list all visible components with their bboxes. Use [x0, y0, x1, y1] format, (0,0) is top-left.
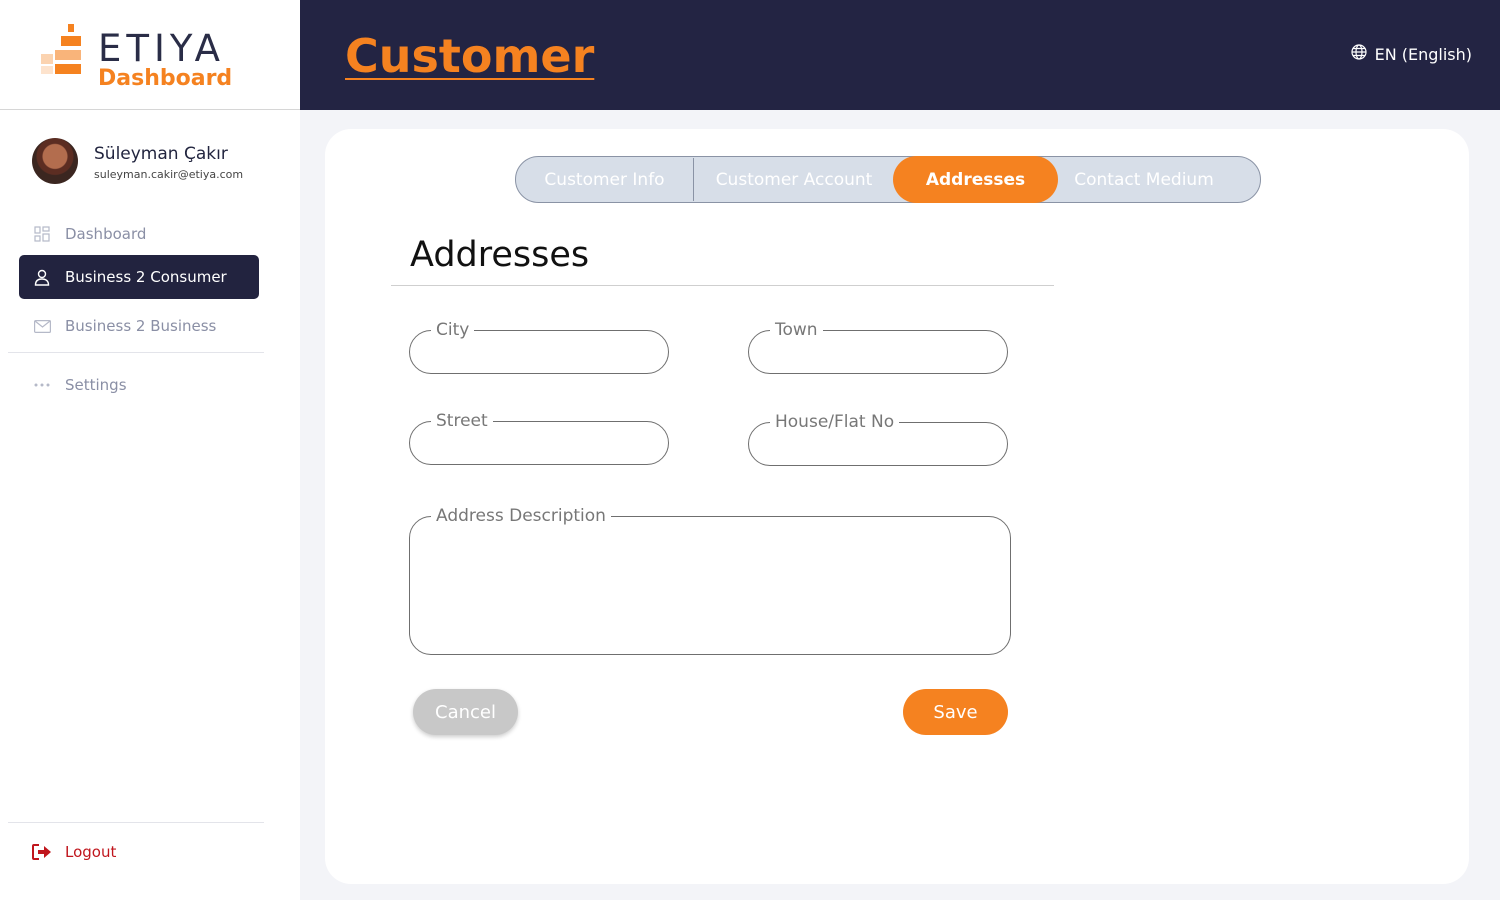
logout-label: Logout: [65, 843, 117, 861]
save-button[interactable]: Save: [903, 689, 1008, 735]
logout-button[interactable]: Logout: [19, 830, 259, 874]
user-name: Süleyman Çakır: [94, 144, 228, 164]
sidebar-item-settings[interactable]: Settings: [19, 363, 259, 407]
city-label: City: [431, 318, 475, 342]
user-profile[interactable]: Süleyman Çakır suleyman.cakir@etiya.com: [32, 138, 282, 188]
sidebar-divider: [8, 352, 264, 353]
cancel-button[interactable]: Cancel: [413, 689, 518, 735]
tab-addresses[interactable]: Addresses: [893, 156, 1058, 203]
content-card: Customer Info Customer Account Addresses…: [325, 129, 1469, 884]
sidebar-item-business-2-consumer[interactable]: Business 2 Consumer: [19, 255, 259, 299]
address-description-field: Address Description: [409, 504, 1011, 655]
top-header: Customer EN (English): [300, 0, 1500, 110]
grid-icon: [19, 226, 65, 242]
language-selector[interactable]: EN (English): [1350, 44, 1472, 64]
street-label: Street: [431, 409, 493, 433]
street-field: Street: [409, 409, 669, 465]
tab-customer-info[interactable]: Customer Info: [516, 157, 693, 202]
form-title-divider: [391, 285, 1054, 286]
city-field: City: [409, 318, 669, 374]
tab-contact-medium[interactable]: Contact Medium: [1058, 157, 1230, 202]
logout-icon: [19, 844, 65, 860]
house-flat-field: House/Flat No: [748, 410, 1008, 466]
dots-icon: [19, 383, 65, 387]
language-label: EN (English): [1374, 44, 1472, 64]
town-field: Town: [748, 318, 1008, 374]
logo[interactable]: ETIYA Dashboard: [0, 0, 300, 110]
globe-icon: [1350, 44, 1367, 64]
address-description-input[interactable]: [410, 517, 1010, 654]
house-flat-label: House/Flat No: [770, 410, 900, 434]
etiya-logo-icon: [41, 24, 83, 78]
sidebar: ETIYA Dashboard Süleyman Çakır suleyman.…: [0, 0, 300, 900]
sidebar-item-business-2-business[interactable]: Business 2 Business: [19, 304, 259, 348]
sidebar-item-label: Business 2 Business: [65, 317, 217, 335]
user-icon: [19, 269, 65, 286]
sidebar-item-label: Dashboard: [65, 225, 147, 243]
sidebar-item-label: Settings: [65, 376, 127, 394]
sidebar-divider: [8, 822, 264, 823]
user-email: suleyman.cakir@etiya.com: [94, 168, 244, 181]
avatar: [32, 138, 78, 184]
sidebar-item-dashboard[interactable]: Dashboard: [19, 212, 259, 256]
address-description-label: Address Description: [431, 504, 611, 528]
page-title: Customer: [345, 29, 595, 83]
form-title: Addresses: [410, 235, 590, 275]
tab-bar: Customer Info Customer Account Addresses…: [515, 156, 1261, 203]
tab-customer-account[interactable]: Customer Account: [694, 157, 894, 202]
brand-subtitle: Dashboard: [98, 66, 233, 91]
town-label: Town: [770, 318, 823, 342]
mail-icon: [19, 319, 65, 333]
brand-name: ETIYA: [98, 27, 225, 70]
sidebar-item-label: Business 2 Consumer: [65, 268, 227, 286]
